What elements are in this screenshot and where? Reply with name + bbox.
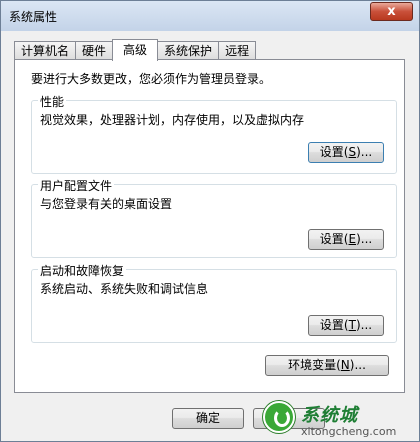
tab-system-protection[interactable]: 系统保护 [157,41,220,60]
performance-settings-button[interactable]: 设置(S)... [308,142,384,163]
dialog-client-area: 计算机名 硬件 高级 系统保护 远程 要进行大多数更改，您必须作为管理员登录。 … [7,31,413,437]
startup-recovery-group: 启动和故障恢复 系统启动、系统失败和调试信息 设置(T)... [31,262,397,343]
performance-settings-label: 设置 [319,145,344,159]
close-icon: x [387,4,396,19]
ok-button-label: 确定 [195,411,220,425]
watermark-logo-icon [263,401,295,433]
startup-recovery-settings-label: 设置 [319,318,344,332]
admin-notice: 要进行大多数更改，您必须作为管理员登录。 [31,72,272,86]
user-profiles-settings-ellipsis: ... [360,232,373,246]
user-profiles-group: 用户配置文件 与您登录有关的桌面设置 设置(E)... [31,177,397,258]
title-bar[interactable]: 系统属性 x [1,1,419,31]
environment-variables-label: 环境变量 [288,358,337,372]
user-profiles-settings-button[interactable]: 设置(E)... [308,229,384,250]
performance-description: 视觉效果，处理器计划，内存使用，以及虚拟内存 [40,113,305,127]
tab-hardware[interactable]: 硬件 [75,41,114,60]
system-properties-window: 系统属性 x 计算机名 硬件 高级 系统保护 远程 要进行大多数更改，您必须作为… [0,0,420,442]
performance-settings-hotkey: S [348,145,357,159]
tab-advanced[interactable]: 高级 [112,39,159,61]
tab-remote[interactable]: 远程 [218,41,257,60]
performance-group: 性能 视觉效果，处理器计划，内存使用，以及虚拟内存 设置(S)... [31,93,397,174]
close-button[interactable]: x [370,2,413,21]
user-profiles-settings-hotkey: E [348,232,357,246]
environment-variables-hotkey: N [340,358,350,372]
environment-variables-ellipsis: ... [354,358,366,372]
user-profiles-group-title: 用户配置文件 [38,177,115,194]
tab-strip: 计算机名 硬件 高级 系统保护 远程 [14,39,257,61]
window-title: 系统属性 [9,10,58,24]
startup-recovery-settings-hotkey: T [348,318,356,332]
ok-button[interactable]: 确定 [172,408,244,429]
environment-variables-button[interactable]: 环境变量(N)... [265,355,389,376]
user-profiles-description: 与您登录有关的桌面设置 [40,197,173,211]
performance-group-title: 性能 [38,93,67,110]
watermark-url: xitongcheng.com [301,425,397,438]
advanced-tab-panel: 要进行大多数更改，您必须作为管理员登录。 性能 视觉效果，处理器计划，内存使用，… [14,59,405,393]
startup-recovery-settings-button[interactable]: 设置(T)... [308,315,384,336]
startup-recovery-group-title: 启动和故障恢复 [38,262,127,279]
performance-settings-ellipsis: ... [360,145,373,159]
startup-recovery-description: 系统启动、系统失败和调试信息 [40,282,209,296]
startup-recovery-settings-ellipsis: ... [360,318,373,332]
user-profiles-settings-label: 设置 [319,232,344,246]
watermark-brand: 系统城 [301,405,358,426]
site-watermark: 系统城 xitongcheng.com [261,401,411,439]
tab-computer-name[interactable]: 计算机名 [14,41,77,60]
